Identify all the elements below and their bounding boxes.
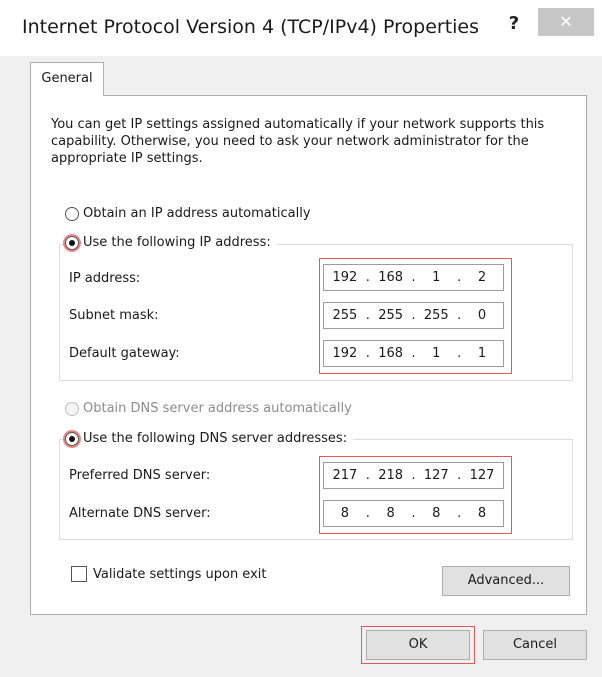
checkbox-icon [71, 566, 87, 582]
radio-use-following-ip[interactable]: Use the following IP address: [65, 235, 277, 250]
general-tab-panel: You can get IP settings assigned automat… [30, 95, 587, 615]
ip-fields-highlight [319, 258, 512, 374]
alternate-dns-label: Alternate DNS server: [69, 506, 211, 521]
subnet-mask-label: Subnet mask: [69, 308, 159, 323]
title-bar[interactable]: Internet Protocol Version 4 (TCP/IPv4) P… [0, 0, 602, 56]
dialog-title: Internet Protocol Version 4 (TCP/IPv4) P… [22, 16, 480, 38]
radio-obtain-dns-auto-label: Obtain DNS server address automatically [83, 401, 352, 416]
radio-use-following-dns[interactable]: Use the following DNS server addresses: [65, 431, 354, 446]
close-icon: ✕ [559, 12, 573, 31]
validate-settings-label: Validate settings upon exit [93, 566, 267, 582]
radio-use-following-ip-label: Use the following IP address: [83, 235, 271, 250]
radio-obtain-ip-auto-label: Obtain an IP address automatically [83, 206, 311, 221]
tab-general[interactable]: General [30, 62, 104, 96]
advanced-button[interactable]: Advanced... [442, 566, 570, 596]
ip-address-label: IP address: [69, 271, 141, 286]
close-button[interactable]: ✕ [538, 8, 594, 36]
radio-obtain-dns-auto[interactable]: Obtain DNS server address automatically [65, 401, 352, 416]
dns-fields-highlight [319, 456, 512, 534]
radio-button-icon [65, 401, 79, 416]
ok-button-highlight [361, 626, 475, 664]
help-button[interactable]: ? [500, 10, 528, 38]
radio-button-icon [65, 235, 79, 250]
default-gateway-label: Default gateway: [69, 346, 180, 361]
preferred-dns-label: Preferred DNS server: [69, 468, 211, 483]
intro-text: You can get IP settings assigned automat… [51, 117, 545, 166]
radio-use-following-dns-label: Use the following DNS server addresses: [83, 431, 348, 446]
tcpipv4-properties-dialog: Internet Protocol Version 4 (TCP/IPv4) P… [0, 0, 602, 677]
cancel-button[interactable]: Cancel [483, 630, 587, 660]
radio-obtain-ip-auto[interactable]: Obtain an IP address automatically [65, 206, 311, 221]
radio-button-icon [65, 206, 79, 221]
validate-settings-checkbox[interactable]: Validate settings upon exit [71, 566, 266, 582]
radio-button-icon [65, 431, 79, 446]
